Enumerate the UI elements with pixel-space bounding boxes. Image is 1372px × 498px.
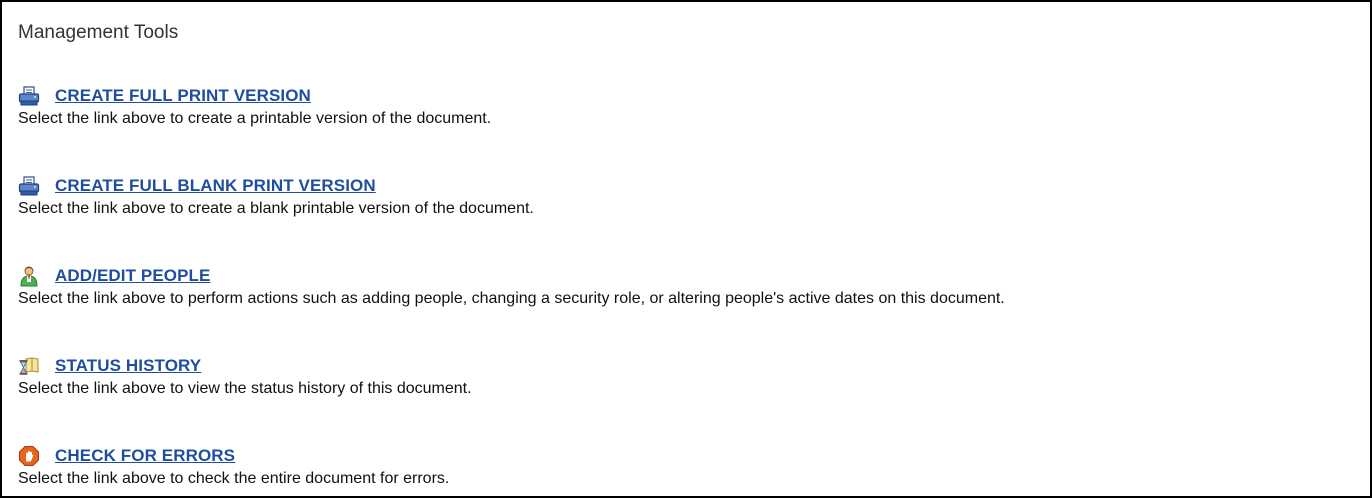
tool-status-history: STATUS HISTORY Select the link above to …	[18, 354, 472, 399]
management-tools-panel: Management Tools CREATE FULL PRINT VERSI…	[0, 0, 1372, 498]
tool-description: Select the link above to perform actions…	[18, 290, 1005, 307]
tool-description: Select the link above to view the status…	[18, 380, 472, 397]
check-for-errors-link[interactable]: CHECK FOR ERRORS	[55, 446, 235, 466]
create-full-blank-print-version-link[interactable]: CREATE FULL BLANK PRINT VERSION	[55, 176, 376, 196]
tool-description: Select the link above to check the entir…	[18, 470, 450, 487]
printer-icon[interactable]	[18, 85, 40, 107]
hourglass-book-icon[interactable]	[18, 355, 40, 377]
tool-description: Select the link above to create a blank …	[18, 200, 534, 217]
person-icon[interactable]	[18, 265, 40, 287]
stop-hand-icon[interactable]	[18, 445, 40, 467]
tool-create-full-blank-print-version: CREATE FULL BLANK PRINT VERSION Select t…	[18, 174, 534, 219]
tool-check-for-errors: CHECK FOR ERRORS Select the link above t…	[18, 444, 449, 489]
panel-title: Management Tools	[18, 22, 179, 43]
printer-icon[interactable]	[18, 175, 40, 197]
tool-create-full-print-version: CREATE FULL PRINT VERSION Select the lin…	[18, 84, 491, 129]
tool-add-edit-people: ADD/EDIT PEOPLE Select the link above to…	[18, 264, 1005, 309]
status-history-link[interactable]: STATUS HISTORY	[55, 356, 201, 376]
create-full-print-version-link[interactable]: CREATE FULL PRINT VERSION	[55, 86, 311, 106]
add-edit-people-link[interactable]: ADD/EDIT PEOPLE	[55, 266, 210, 286]
tool-description: Select the link above to create a printa…	[18, 110, 492, 127]
